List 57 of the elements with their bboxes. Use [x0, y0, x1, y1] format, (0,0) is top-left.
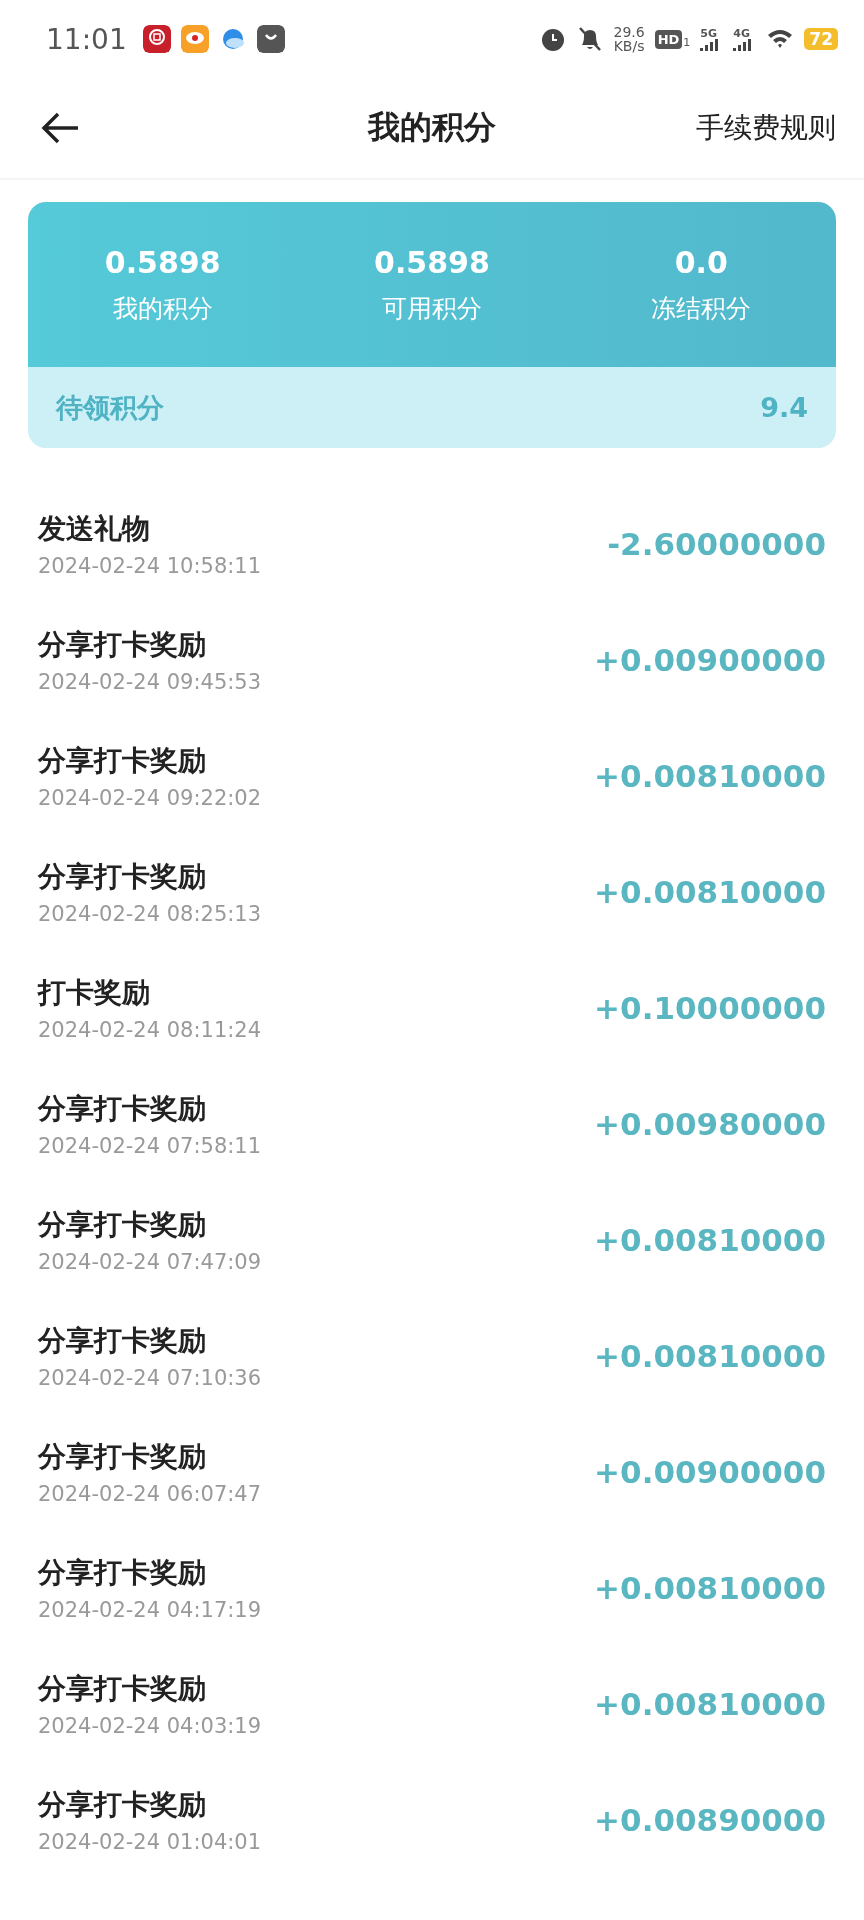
record-title: 发送礼物: [38, 511, 151, 547]
record-time: 2024-02-24 10:58:11: [38, 554, 262, 578]
fee-rules-link[interactable]: 手续费规则: [696, 109, 836, 147]
battery-level: 72: [804, 27, 838, 51]
record-time: 2024-02-24 06:07:47: [38, 1482, 262, 1506]
record-time: 2024-02-24 08:25:13: [38, 902, 262, 926]
points-label: 可用积分: [382, 292, 482, 325]
network-type: 4G: [733, 27, 750, 39]
pending-points-value: 9.4: [760, 392, 808, 423]
record-amount: +0.00890000: [594, 1802, 826, 1838]
net-speed-unit: KB/s: [613, 39, 645, 53]
record-time: 2024-02-24 07:58:11: [38, 1134, 262, 1158]
points-value: 0.0: [674, 244, 728, 280]
bell-muted-icon: [577, 25, 604, 53]
record-title: 分享打卡奖励: [38, 1323, 207, 1359]
record-title: 分享打卡奖励: [38, 1671, 207, 1707]
record-time: 2024-02-24 09:22:02: [38, 786, 262, 810]
record-title: 分享打卡奖励: [38, 1439, 207, 1475]
record-title: 分享打卡奖励: [38, 627, 207, 663]
record-time: 2024-02-24 08:11:24: [38, 1018, 262, 1042]
record-title: 分享打卡奖励: [38, 1091, 207, 1127]
hd-icon: HD: [654, 29, 683, 49]
record-time: 2024-02-24 04:03:19: [38, 1714, 262, 1738]
record-amount: -2.60000000: [607, 526, 826, 562]
points-value: 0.5898: [104, 244, 221, 280]
record-title: 分享打卡奖励: [38, 859, 207, 895]
network-type: 5G: [700, 27, 717, 39]
hd-sim-number: 1: [683, 35, 691, 49]
status-time: 11:01: [46, 22, 127, 56]
back-arrow-icon[interactable]: [40, 111, 80, 145]
eye-app-icon: [180, 25, 209, 53]
pending-points-label: 待领积分: [56, 390, 164, 425]
page-title: 我的积分: [368, 108, 496, 146]
record-time: 2024-02-24 04:17:19: [38, 1598, 262, 1622]
record-title: 打卡奖励: [38, 975, 151, 1011]
record-time: 2024-02-24 07:10:36: [38, 1366, 262, 1390]
record-title: 分享打卡奖励: [38, 1787, 207, 1823]
record-amount: +0.00810000: [594, 1686, 826, 1722]
record-amount: +0.00900000: [594, 642, 826, 678]
record-amount: +0.00810000: [594, 1222, 826, 1258]
record-time: 2024-02-24 07:47:09: [38, 1250, 262, 1274]
record-amount: +0.00810000: [594, 874, 826, 910]
points-label: 冻结积分: [651, 292, 752, 325]
record-amount: +0.00900000: [594, 1454, 826, 1490]
record-amount: +0.00810000: [594, 1338, 826, 1374]
record-title: 分享打卡奖励: [38, 1207, 207, 1243]
record-amount: +0.00980000: [594, 1106, 826, 1142]
points-value: 0.5898: [374, 244, 490, 280]
record-amount: +0.10000000: [594, 990, 826, 1026]
record-title: 分享打卡奖励: [38, 743, 207, 779]
record-amount: +0.00810000: [594, 758, 826, 794]
record-amount: +0.00810000: [594, 1570, 826, 1606]
points-label: 我的积分: [112, 292, 213, 325]
net-speed: 29.6: [613, 25, 645, 39]
record-time: 2024-02-24 01:04:01: [38, 1830, 262, 1854]
record-time: 2024-02-24 09:45:53: [38, 670, 262, 694]
record-title: 分享打卡奖励: [38, 1555, 207, 1591]
